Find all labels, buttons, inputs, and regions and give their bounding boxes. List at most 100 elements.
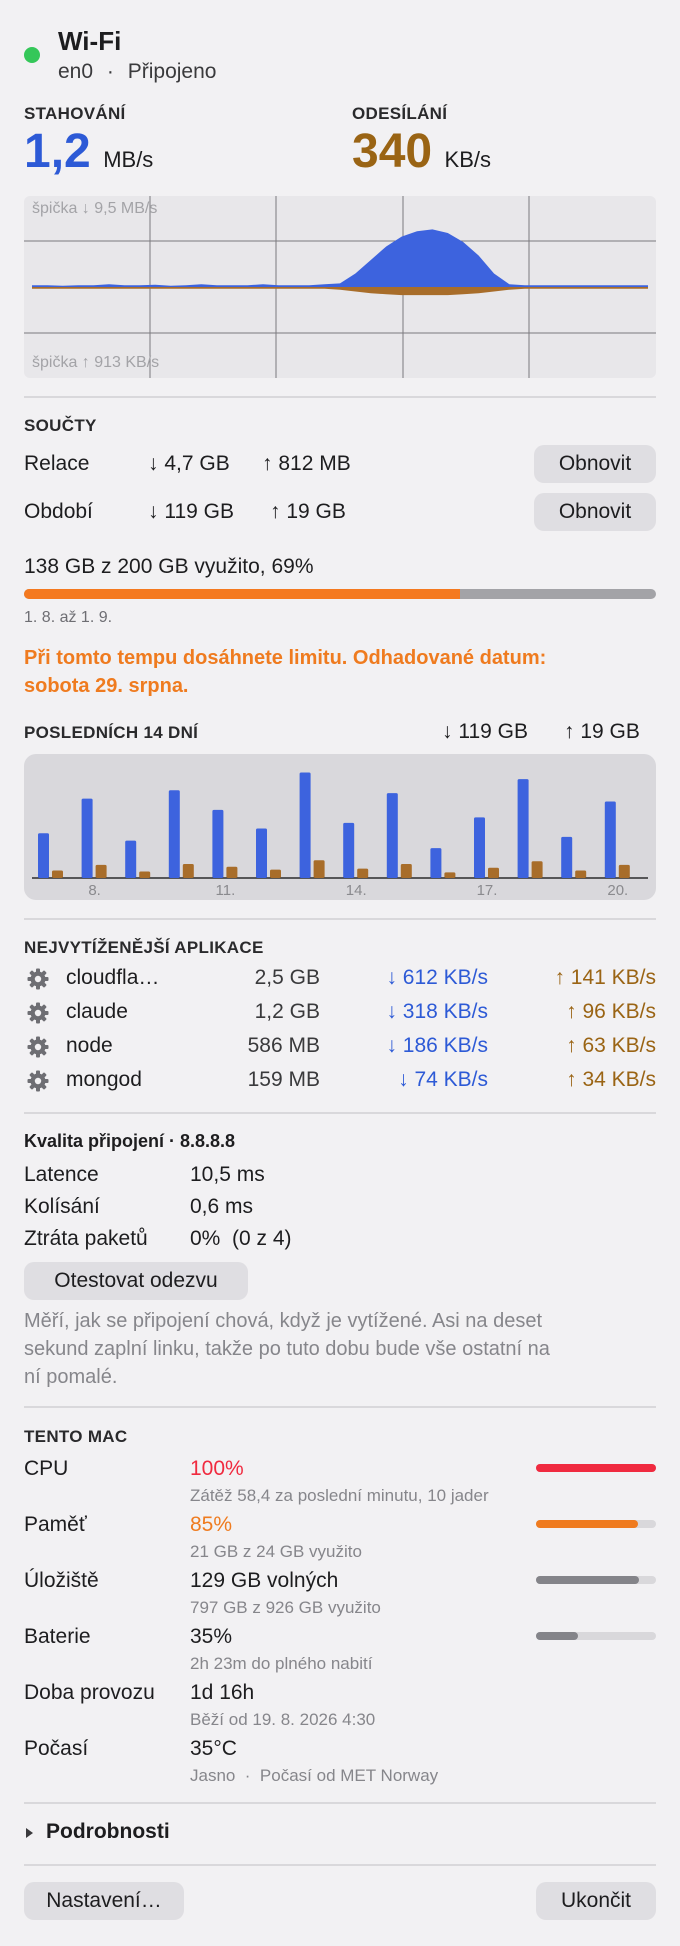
packet-loss-label: Ztráta paketů — [24, 1227, 148, 1250]
divider — [24, 1112, 656, 1114]
app-download-rate: ↓ 186 KB/s — [386, 1034, 488, 1057]
disclosure-triangle-icon — [26, 1828, 33, 1838]
last14-up: ↑ 19 GB — [564, 720, 640, 743]
cpu-meter — [536, 1464, 656, 1472]
upload-label: ODESÍLÁNÍ — [352, 104, 448, 123]
bar-download-19 — [561, 836, 573, 878]
period-label: Období — [24, 500, 93, 523]
bar-download-10 — [168, 790, 180, 878]
battery-meter — [536, 1632, 656, 1640]
test-description-line3: ní pomalé. — [24, 1366, 118, 1388]
x-tick-label: 8. — [88, 882, 101, 899]
app-download-rate: ↓ 318 KB/s — [386, 1000, 488, 1023]
memory-label: Paměť — [24, 1513, 87, 1536]
daily-bar-chart: 8. 11. 14. 17. 20. — [24, 754, 656, 900]
bar-download-18 — [517, 779, 529, 878]
upload-rate: 340 KB/s — [352, 124, 491, 179]
bar-download-13 — [299, 772, 311, 878]
test-description-line1: Měří, jak se připojení chová, když je vy… — [24, 1310, 543, 1332]
bar-upload-12 — [270, 869, 281, 878]
app-total: 2,5 GB — [254, 966, 320, 989]
download-unit: MB/s — [103, 147, 154, 172]
usage-text: 138 GB z 200 GB využito, 69% — [24, 555, 314, 578]
cpu-detail: Zátěž 58,4 za poslední minutu, 10 jader — [190, 1486, 489, 1505]
storage-meter — [536, 1576, 656, 1584]
bar-download-7 — [38, 833, 49, 878]
network-subtitle: en0 · Připojeno — [58, 60, 216, 84]
divider — [24, 1406, 656, 1408]
usage-bar-fill — [24, 589, 461, 599]
bar-upload-18 — [531, 861, 543, 878]
bar-upload-10 — [182, 864, 194, 878]
bar-upload-15 — [400, 864, 412, 878]
app-name: mongod — [66, 1068, 142, 1091]
test-description: Měří, jak se připojení chová, když je vy… — [24, 1307, 550, 1391]
app-name: cloudfla… — [66, 966, 160, 989]
settings-button[interactable]: Nastavení… — [24, 1882, 184, 1920]
app-upload-rate: ↑ 141 KB/s — [554, 966, 656, 989]
apps-section-title: NEJVYTÍŽENĚJŠÍ APLIKACE — [24, 938, 264, 957]
latency-value: 10,5 ms — [190, 1163, 265, 1186]
last14-section-title: POSLEDNÍCH 14 DNÍ — [24, 723, 199, 742]
weather-detail: Jasno · Počasí od MET Norway — [190, 1766, 439, 1785]
bar-upload-9 — [139, 871, 151, 878]
test-responsiveness-button[interactable]: Otestovat odezvu — [24, 1262, 248, 1300]
app-total: 586 MB — [247, 1034, 320, 1057]
network-title: Wi-Fi — [58, 26, 122, 56]
period-reset-button[interactable]: Obnovit — [534, 493, 656, 531]
session-reset-button[interactable]: Obnovit — [534, 445, 656, 483]
live-traffic-graph: špička ↓ 9,5 MB/s špička ↑ 913 KB/s — [24, 196, 656, 378]
gear-icon — [26, 1001, 52, 1027]
billing-range: 1. 8. až 1. 9. — [24, 609, 113, 626]
divider — [24, 1802, 656, 1804]
bar-upload-16 — [444, 872, 456, 878]
memory-meter-fill — [536, 1520, 638, 1528]
session-down: ↓ 4,7 GB — [148, 452, 230, 475]
divider — [24, 918, 656, 920]
quit-button[interactable]: Ukončit — [536, 1882, 656, 1920]
battery-detail: 2h 23m do plného nabití — [190, 1654, 373, 1673]
quality-title: Kvalita připojení · 8.8.8.8 — [24, 1131, 236, 1151]
download-label: STAHOVÁNÍ — [24, 104, 126, 123]
bar-download-16 — [430, 848, 442, 878]
jitter-label: Kolísání — [24, 1195, 100, 1218]
status-dot — [24, 47, 40, 63]
x-tick-label: 14. — [346, 882, 367, 899]
uptime-label: Doba provozu — [24, 1681, 155, 1704]
bar-upload-20 — [618, 864, 630, 878]
download-value: 1,2 — [24, 125, 91, 178]
bar-upload-13 — [313, 860, 325, 878]
bar-upload-19 — [575, 870, 587, 878]
uptime-value: 1d 16h — [190, 1681, 255, 1704]
divider — [24, 396, 656, 398]
this-mac-section-title: TENTO MAC — [24, 1427, 128, 1446]
bar-upload-7 — [52, 870, 63, 878]
session-up: ↑ 812 MB — [262, 452, 351, 475]
bar-upload-11 — [226, 866, 238, 878]
memory-meter — [536, 1520, 656, 1528]
bar-download-9 — [125, 840, 137, 878]
app-total: 1,2 GB — [254, 1000, 320, 1023]
storage-detail: 797 GB z 926 GB využito — [190, 1598, 381, 1617]
jitter-value: 0,6 ms — [190, 1195, 254, 1218]
session-label: Relace — [24, 452, 90, 475]
live-traffic-svg — [24, 196, 656, 378]
app-upload-rate: ↑ 96 KB/s — [566, 1000, 656, 1023]
x-tick-label: 11. — [216, 882, 236, 899]
bar-download-14 — [343, 822, 355, 878]
gear-icon — [26, 967, 52, 993]
storage-value: 129 GB volných — [190, 1569, 339, 1592]
bar-download-11 — [212, 809, 224, 878]
battery-meter-fill — [536, 1632, 578, 1640]
bar-download-15 — [386, 793, 398, 878]
app-download-rate: ↓ 74 KB/s — [398, 1068, 488, 1091]
totals-section-title: SOUČTY — [24, 416, 97, 435]
storage-label: Úložiště — [24, 1569, 99, 1592]
upload-area — [32, 287, 648, 296]
bar-upload-14 — [357, 868, 369, 878]
details-disclosure[interactable]: Podrobnosti — [24, 1820, 324, 1850]
cpu-value: 100% — [190, 1457, 244, 1480]
separator: · — [106, 60, 114, 83]
interface-name: en0 — [58, 60, 94, 83]
usage-bar — [24, 589, 656, 599]
